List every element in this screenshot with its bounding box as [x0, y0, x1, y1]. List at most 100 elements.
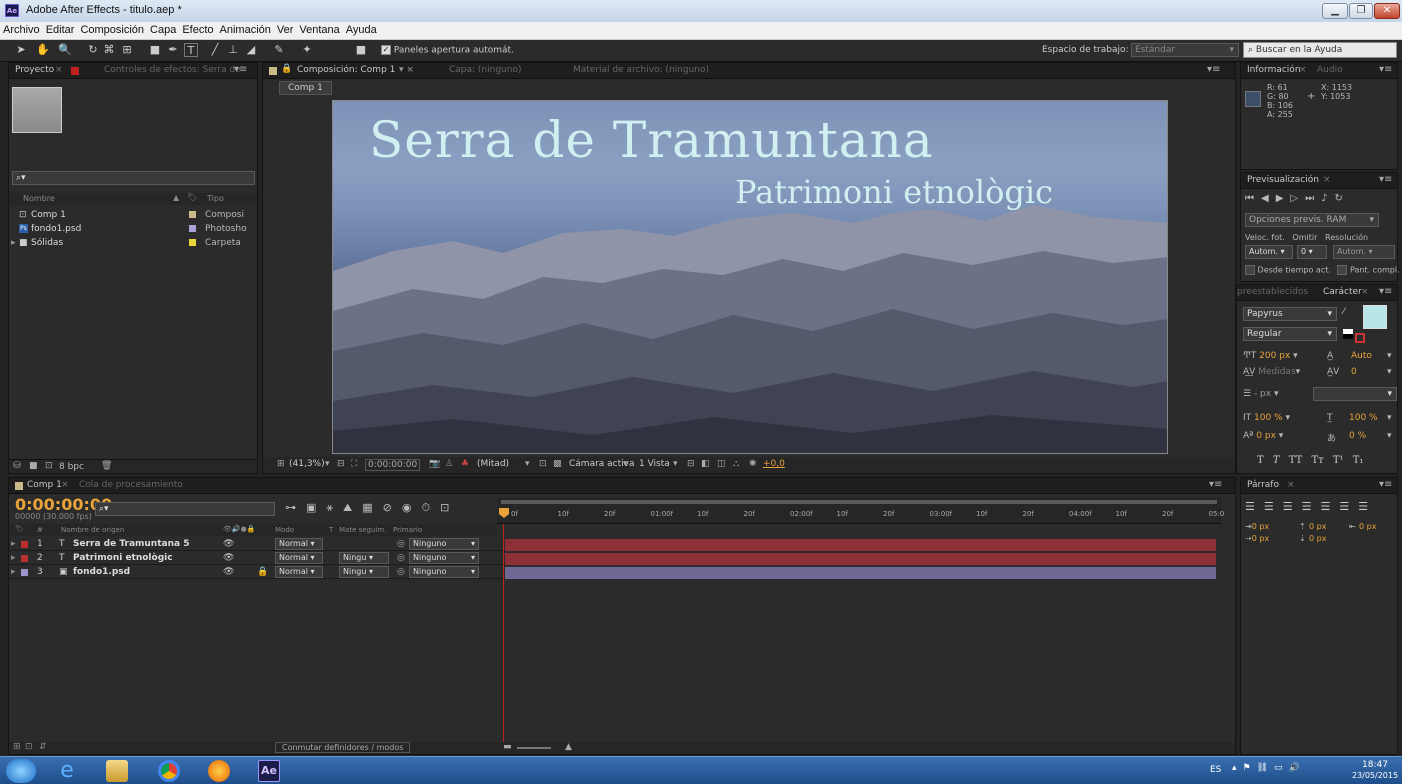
font-style-select[interactable]: Regular ▾ [1243, 327, 1337, 341]
title-text-layer[interactable]: Serra de Tramuntana [369, 111, 934, 169]
menu-item[interactable]: Composición [77, 22, 147, 36]
pen-tool-icon[interactable]: ✒ [166, 43, 180, 57]
clock-date[interactable]: 23/05/2015 [1348, 771, 1402, 780]
expand-arrow-icon[interactable]: ▸ [11, 538, 16, 551]
live-update-icon[interactable]: ▣ [306, 501, 326, 514]
table-row[interactable]: ▸ 2 T Patrimoni etnològic 👁 Normal ▾ Ningu ▾ ◎ N… [9, 552, 505, 565]
tab-render-queue[interactable]: Cola de procesamiento [79, 480, 183, 490]
table-row[interactable]: ▸ 3 ▣ fondo1.psd 👁 🔒 Normal ▾ Ningu ▾ ◎ Ninguno ▾ [9, 566, 505, 579]
resolution-select[interactable]: (Mitad) [477, 459, 509, 469]
tab-timeline-comp[interactable]: Comp 1 [27, 480, 62, 490]
panel-menu-icon[interactable]: ▾≡ [1379, 64, 1392, 75]
zoom-in-icon[interactable]: ▲ [565, 742, 572, 752]
panel-menu-icon[interactable]: ▾≡ [1207, 64, 1220, 75]
time-ruler[interactable]: 0f 10f 20f 01:00f 10f 20f 02:00f 10f 20f 03:00f 10… [497, 498, 1224, 524]
zoom-select[interactable]: (41,3%) [289, 459, 325, 469]
stroke-color-swatch[interactable] [1355, 333, 1365, 343]
align-left-icon[interactable]: ☰ [1245, 500, 1264, 513]
network-icon[interactable]: ⛓ [1257, 763, 1274, 773]
resolution-select[interactable]: Autom. ▾ [1333, 245, 1395, 259]
indent-right-value[interactable]: 0 px [1359, 522, 1376, 531]
subscript-button[interactable]: T₁ [1353, 455, 1364, 466]
brainstorm-icon[interactable]: ⊡ [440, 501, 459, 514]
tab-project[interactable]: Proyecto [15, 65, 54, 75]
tab-layer[interactable]: Capa: (ninguno) [449, 65, 521, 75]
zoom-tool-icon[interactable]: 🔍 [58, 43, 72, 57]
chrome-icon[interactable] [158, 760, 180, 782]
lock-icon[interactable]: 🔒 [281, 64, 292, 74]
label-swatch[interactable] [21, 541, 28, 548]
audio-icon[interactable]: ♪ [1321, 193, 1334, 204]
ram-options-select[interactable]: Opciones previs. RAM ▾ [1245, 213, 1379, 227]
snapshot-icon[interactable]: 📷 [429, 459, 440, 469]
help-search-input[interactable]: ⌕ Buscar en la Ayuda [1243, 42, 1397, 58]
menu-item[interactable]: Ventana [296, 22, 342, 36]
menu-item[interactable]: Animación [217, 22, 274, 36]
small-caps-button[interactable]: Tт [1311, 455, 1323, 466]
tab-presets[interactable]: preestablecidos [1237, 287, 1308, 297]
panel-menu-icon[interactable]: ▾≡ [234, 64, 247, 75]
fill-color-swatch[interactable] [1363, 305, 1387, 329]
stopwatch-icon[interactable]: ⏱ [422, 501, 441, 514]
tab-info[interactable]: Información [1247, 65, 1301, 75]
eraser-tool-icon[interactable]: ◢ [244, 43, 258, 57]
visibility-icon[interactable]: 👁 [223, 566, 234, 579]
auto-open-checkbox[interactable]: ✓ [381, 45, 391, 55]
trash-icon[interactable]: 🗑 [101, 461, 112, 471]
col-type[interactable]: Tipo [207, 194, 224, 203]
zoom-slider[interactable] [517, 747, 551, 749]
pickwhip-icon[interactable]: ◎ [397, 566, 405, 579]
horizontal-scale-value[interactable]: 100 % [1349, 413, 1378, 423]
font-size-value[interactable]: 200 px [1259, 351, 1290, 361]
parent-select[interactable]: Ninguno ▾ [409, 538, 479, 550]
channel-icon[interactable]: ♣ [461, 459, 469, 469]
menu-item[interactable]: Ver [274, 22, 297, 36]
clone-tool-icon[interactable]: ⊥ [226, 43, 240, 57]
graph-editor-icon[interactable]: ◉ [402, 501, 422, 514]
work-area-bar[interactable] [501, 500, 1217, 504]
list-item[interactable]: Ps fondo1.psd Photosho [9, 223, 257, 235]
layer-duration-bar[interactable] [505, 553, 1216, 565]
first-line-indent-value[interactable]: 0 px [1252, 534, 1269, 543]
track-matte-select[interactable]: Ningu ▾ [339, 566, 389, 578]
language-indicator[interactable]: ES [1210, 765, 1221, 775]
layer-switches-icon[interactable]: ⊞ [13, 742, 21, 752]
tab-effect-controls[interactable]: Controles de efectos: Serra de [104, 65, 241, 75]
comp-timecode[interactable]: 0:00:00:00 [365, 459, 421, 471]
font-family-select[interactable]: Papyrus ▾ [1243, 307, 1337, 321]
eyedropper-icon[interactable]: ⁄ [1343, 307, 1345, 317]
layer-name[interactable]: fondo1.psd [73, 566, 130, 579]
skip-select[interactable]: 0 ▾ [1297, 245, 1327, 259]
display-icon[interactable]: ▭ [1274, 763, 1289, 773]
fullscreen-checkbox[interactable] [1337, 265, 1348, 275]
visibility-icon[interactable]: 👁 [223, 552, 234, 565]
tab-composition[interactable]: Composición: Comp 1 [297, 65, 395, 75]
camera-tool-icon[interactable]: ⌘ [102, 43, 116, 57]
table-row[interactable]: ▸ 1 T Serra de Tramuntana 5 👁 Normal ▾ ◎ Ningun… [9, 538, 505, 551]
volume-icon[interactable]: 🔊 [1289, 763, 1306, 773]
toggle-pixel-aspect-icon[interactable]: ⊟ [687, 459, 695, 469]
pickwhip-icon[interactable]: ◎ [397, 538, 405, 551]
tab-character[interactable]: Carácter [1323, 287, 1362, 297]
zoom-out-icon[interactable]: ▬ [503, 742, 512, 752]
expand-arrow-icon[interactable]: ▸ [11, 237, 16, 249]
mode-select[interactable]: Normal ▾ [275, 538, 323, 550]
workspace-select[interactable]: Estándar ▾ [1131, 43, 1239, 57]
tsume-value[interactable]: 0 % [1349, 431, 1366, 441]
pan-behind-tool-icon[interactable]: ⊞ [120, 43, 134, 57]
menu-item[interactable]: Efecto [179, 22, 216, 36]
panel-menu-icon[interactable]: ▾≡ [1379, 174, 1392, 185]
justify-last-center-icon[interactable]: ☰ [1321, 500, 1340, 513]
swap-colors-icon[interactable] [1343, 329, 1353, 339]
rectangle-tool-icon[interactable]: ■ [148, 43, 162, 57]
align-center-icon[interactable]: ☰ [1264, 500, 1283, 513]
visibility-icon[interactable]: 👁 [223, 538, 234, 551]
superscript-button[interactable]: T¹ [1333, 455, 1344, 466]
vertical-scale-value[interactable]: 100 % [1254, 413, 1283, 423]
mask-visibility-icon[interactable]: ⛶ [351, 459, 357, 469]
layer-name[interactable]: Serra de Tramuntana 5 [73, 538, 189, 551]
panel-menu-icon[interactable]: ▾≡ [1379, 479, 1392, 490]
after-effects-taskbar-icon[interactable]: Ae [258, 760, 280, 782]
internet-explorer-icon[interactable]: e [56, 760, 78, 782]
panel-menu-icon[interactable]: ▾≡ [1209, 479, 1222, 490]
